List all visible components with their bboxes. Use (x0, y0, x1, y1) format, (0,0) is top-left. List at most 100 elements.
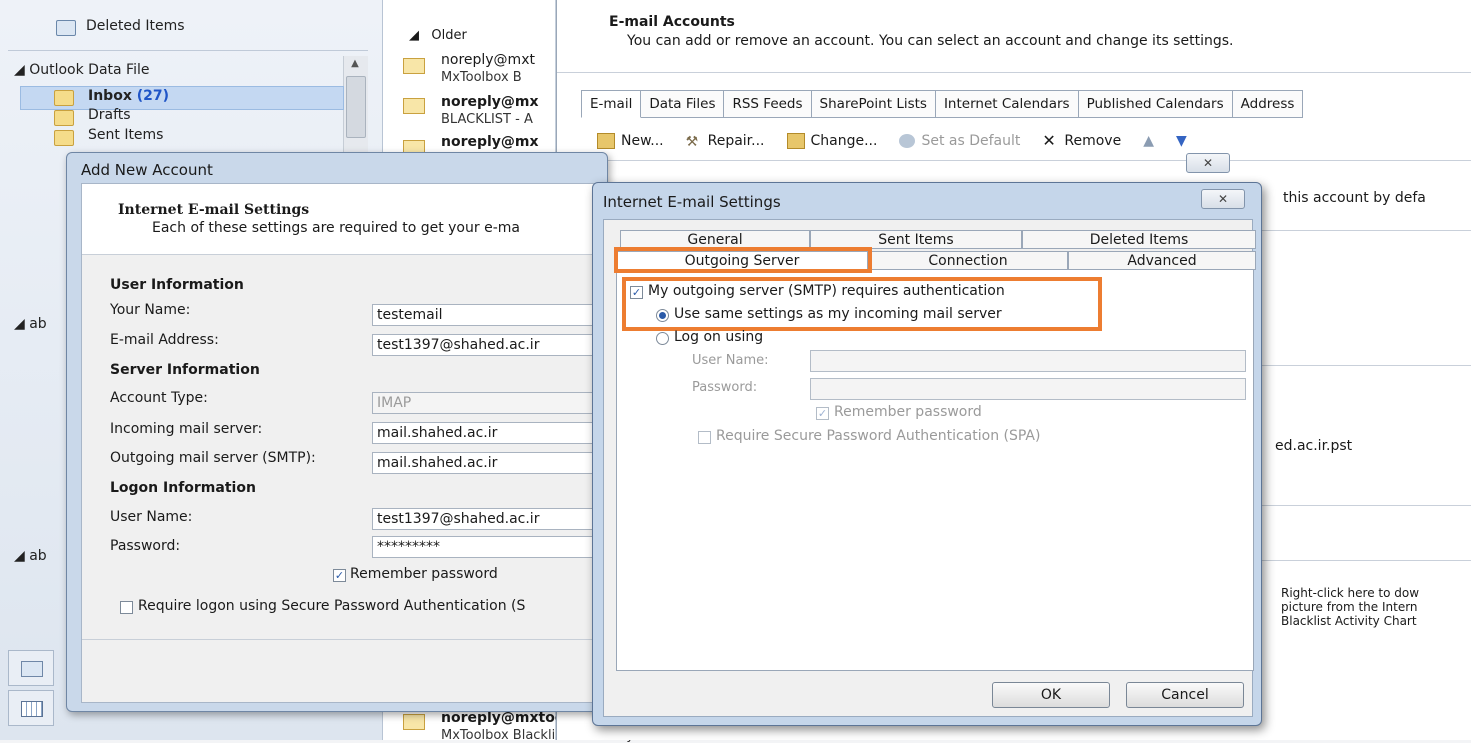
tab-email[interactable]: E-mail (581, 90, 642, 118)
require-spa-checkbox (698, 431, 711, 444)
message-from: noreply@mx (441, 94, 539, 110)
username-field (810, 350, 1246, 372)
dialog-title: Internet E-mail Settings (603, 193, 781, 211)
section-ab-2[interactable]: ◢ ab (14, 548, 47, 564)
divider (1257, 505, 1471, 506)
envelope-open-icon (403, 58, 425, 74)
outgoing-server-field[interactable]: mail.shahed.ac.ir (372, 452, 602, 474)
image-note: picture from the Intern (1281, 600, 1418, 614)
add-account-close-button[interactable]: ✕ (1186, 153, 1230, 173)
move-up-icon[interactable]: ▲ (1143, 133, 1154, 149)
tab-sharepoint-lists[interactable]: SharePoint Lists (811, 90, 936, 118)
incoming-server-field[interactable]: mail.shahed.ac.ir (372, 422, 602, 444)
inbox-count: (27) (136, 88, 170, 104)
image-note: Right-click here to dow (1281, 586, 1420, 600)
remove-icon: ✕ (1042, 131, 1056, 150)
account-toolbar: New... ⚒ Repair... Change... Set as Defau… (597, 131, 1187, 150)
divider (82, 639, 602, 640)
data-file-path: ed.ac.ir.pst (1275, 438, 1353, 454)
set-default-button[interactable]: Set as Default (899, 133, 1020, 149)
incoming-server-label: Incoming mail server: (110, 421, 263, 437)
check-circle-icon (899, 134, 916, 148)
section-label: ab (29, 548, 47, 564)
folder-inbox[interactable]: Inbox (27) (88, 88, 169, 104)
add-account-body: Internet E-mail Settings Each of these s… (81, 183, 603, 703)
drafts-icon (54, 110, 74, 126)
inbox-label: Inbox (88, 88, 132, 104)
calendar-nav-button[interactable] (8, 690, 54, 726)
section-label: ab (29, 316, 47, 332)
remember-password-checkbox: ✓ (816, 407, 829, 420)
username-field[interactable]: test1397@shahed.ac.ir (372, 508, 602, 530)
move-down-icon[interactable]: ▼ (1176, 133, 1187, 149)
tab-deleted-items[interactable]: Deleted Items (1022, 230, 1256, 249)
envelope-icon (403, 98, 425, 114)
remember-password-checkbox[interactable]: ✓ (333, 569, 346, 582)
log-on-using-radio[interactable] (656, 332, 669, 345)
inbox-icon (54, 90, 74, 106)
tab-published-calendars[interactable]: Published Calendars (1078, 90, 1233, 118)
inet-settings-body: General Sent Items Deleted Items Outgoin… (603, 219, 1256, 717)
message-from: noreply@mx (441, 134, 539, 150)
change-button[interactable]: Change... (786, 133, 877, 149)
your-name-label: Your Name: (110, 302, 191, 318)
divider (1257, 560, 1471, 561)
section-ab-1[interactable]: ◢ ab (14, 316, 47, 332)
mail-icon (21, 661, 43, 677)
account-tabs: E-mail Data Files RSS Feeds SharePoint L… (581, 90, 1304, 118)
divider (597, 160, 1471, 161)
remove-label: Remove (1064, 133, 1122, 149)
divider (557, 72, 1471, 73)
password-label: Password: (692, 380, 758, 395)
account-type-field: IMAP (372, 392, 602, 414)
new-icon (597, 133, 615, 149)
section-outlook-data-file[interactable]: ◢ Outlook Data File (14, 62, 149, 78)
account-default-text: this account by defa (1283, 190, 1426, 206)
divider (1257, 365, 1471, 366)
tab-connection[interactable]: Connection (868, 251, 1068, 270)
remember-password-label: Remember password (350, 566, 498, 582)
tab-internet-calendars[interactable]: Internet Calendars (935, 90, 1079, 118)
ok-button[interactable]: OK (992, 682, 1110, 708)
require-spa-label: Require Secure Password Authentication (… (716, 428, 1041, 444)
divider (8, 50, 368, 51)
account-settings-description: You can add or remove an account. You ca… (627, 33, 1234, 49)
repair-label: Repair... (707, 133, 765, 149)
cancel-button[interactable]: Cancel (1126, 682, 1244, 708)
settings-heading: Internet E-mail Settings (118, 202, 310, 218)
email-label: E-mail Address: (110, 332, 219, 348)
mail-nav-button[interactable] (8, 650, 54, 686)
password-field[interactable]: ********* (372, 536, 602, 558)
remove-button[interactable]: ✕ Remove (1042, 131, 1122, 150)
smtp-auth-highlight (622, 277, 1102, 331)
group-label: Older (431, 28, 467, 43)
repair-icon: ⚒ (685, 134, 699, 150)
scroll-thumb[interactable] (346, 76, 366, 138)
deleted-items-icon (56, 20, 76, 36)
tab-data-files[interactable]: Data Files (641, 90, 725, 118)
dialog-title: Add New Account (81, 161, 213, 179)
password-field (810, 378, 1246, 400)
message-from: noreply@mxt (441, 52, 535, 68)
folder-drafts[interactable]: Drafts (88, 107, 131, 123)
email-field[interactable]: test1397@shahed.ac.ir (372, 334, 602, 356)
set-default-label: Set as Default (921, 133, 1021, 149)
your-name-field[interactable]: testemail (372, 304, 602, 326)
new-account-button[interactable]: New... (597, 133, 664, 149)
tab-advanced[interactable]: Advanced (1068, 251, 1256, 270)
image-note: Blacklist Activity Chart (1281, 614, 1417, 628)
folder-sent-items[interactable]: Sent Items (88, 127, 163, 143)
tab-address-books[interactable]: Address (1232, 90, 1304, 118)
new-label: New... (621, 133, 664, 149)
log-on-using-label: Log on using (674, 329, 764, 345)
envelope-icon (403, 714, 425, 730)
repair-button[interactable]: ⚒ Repair... (685, 133, 765, 150)
require-spa-checkbox[interactable] (120, 601, 133, 614)
tab-rss-feeds[interactable]: RSS Feeds (724, 90, 812, 118)
outgoing-server-highlight (614, 247, 872, 273)
scroll-up-icon[interactable]: ▲ (347, 58, 363, 72)
group-header[interactable]: ◢ Older (409, 28, 467, 43)
account-type-label: Account Type: (110, 390, 208, 406)
close-button[interactable]: ✕ (1201, 189, 1245, 209)
folder-deleted-items[interactable]: Deleted Items (86, 18, 185, 34)
